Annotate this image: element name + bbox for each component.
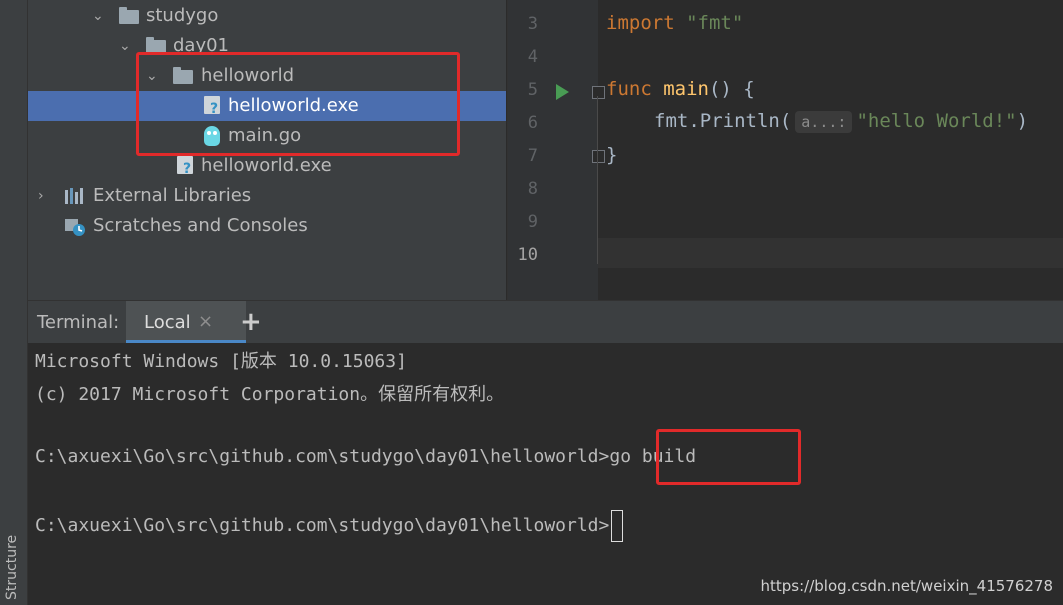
- left-tool-strip: Structure: [0, 0, 28, 605]
- close-icon[interactable]: ×: [198, 311, 213, 332]
- exe-file-icon: [177, 156, 193, 176]
- chevron-down-icon[interactable]: ⌄: [119, 31, 131, 61]
- tree-item-helloworld-folder[interactable]: ⌄ helloworld: [28, 61, 506, 91]
- tree-item-helloworld-exe[interactable]: helloworld.exe: [28, 151, 506, 181]
- terminal-title: Terminal:: [37, 312, 120, 333]
- chevron-right-icon[interactable]: ›: [38, 181, 44, 211]
- terminal-tab-local[interactable]: Local ×: [126, 301, 246, 343]
- terminal-header: Terminal: Local × +: [28, 300, 1063, 344]
- tree-item-label: helloworld.exe: [228, 95, 359, 116]
- terminal-prompt-line[interactable]: C:\axuexi\Go\src\github.com\studygo\day0…: [35, 510, 624, 542]
- tree-item-label: Scratches and Consoles: [93, 215, 308, 236]
- import-package: "fmt": [686, 12, 744, 34]
- terminal-prompt: C:\axuexi\Go\src\github.com\studygo\day0…: [35, 515, 610, 536]
- function-name: main: [663, 78, 709, 100]
- run-icon[interactable]: [556, 84, 569, 100]
- tree-item-main-go[interactable]: main.go: [28, 121, 506, 151]
- keyword-import: import: [606, 12, 675, 34]
- call-object: fmt.: [654, 110, 700, 132]
- terminal-cursor: [611, 510, 624, 542]
- tree-item-studygo[interactable]: ⌄ studygo: [28, 1, 506, 31]
- code-line-println: fmt.Println(a...: "hello World!"): [654, 110, 1028, 133]
- keyword-func: func: [606, 78, 652, 100]
- terminal-tab-label: Local: [144, 312, 191, 333]
- add-icon[interactable]: +: [240, 307, 262, 337]
- tree-item-label: helloworld: [201, 65, 295, 86]
- fold-icon[interactable]: [592, 86, 605, 99]
- line-number: 7: [527, 146, 538, 166]
- call-close: ): [1016, 110, 1029, 132]
- folder-icon: [119, 7, 139, 24]
- terminal-line: (c) 2017 Microsoft Corporation。保留所有权利。: [35, 384, 505, 405]
- line-number: 9: [527, 212, 538, 232]
- chevron-down-icon[interactable]: ⌄: [92, 1, 104, 31]
- call-argument: "hello World!": [856, 110, 1017, 132]
- tree-item-label: External Libraries: [93, 185, 252, 206]
- fold-icon[interactable]: [592, 150, 605, 163]
- code-line-import: import "fmt": [606, 12, 743, 34]
- line-number: 5: [527, 80, 538, 100]
- tree-item-label: helloworld.exe: [201, 155, 332, 176]
- function-signature: () {: [708, 78, 755, 100]
- tree-item-scratches[interactable]: Scratches and Consoles: [28, 211, 506, 241]
- tree-item-day01[interactable]: ⌄ day01: [28, 31, 506, 61]
- chevron-down-icon[interactable]: ⌄: [146, 61, 158, 91]
- line-number: 8: [527, 179, 538, 199]
- current-line-highlight: [598, 238, 1063, 268]
- code-editor[interactable]: 3 4 5 6 7 8 9 10 import "fmt" func main(…: [507, 0, 1063, 300]
- code-line-func: func main() {: [606, 78, 755, 100]
- folder-icon: [173, 67, 193, 84]
- code-line-close: }: [606, 144, 617, 166]
- terminal-line: Microsoft Windows [版本 10.0.15063]: [35, 351, 407, 372]
- line-number: 3: [527, 14, 538, 34]
- parameter-hint: a...:: [795, 111, 853, 133]
- closing-brace: }: [606, 144, 618, 166]
- go-file-icon: [204, 126, 220, 146]
- libraries-icon: [65, 188, 87, 204]
- line-number: 6: [527, 113, 538, 133]
- folder-icon: [146, 37, 166, 54]
- scratches-icon: [65, 217, 87, 237]
- tree-item-label: day01: [173, 35, 230, 56]
- indent-guide: [597, 96, 598, 264]
- terminal-line: C:\axuexi\Go\src\github.com\studygo\day0…: [35, 446, 697, 467]
- exe-file-icon: [204, 96, 220, 116]
- tree-item-label: main.go: [228, 125, 302, 146]
- tree-item-label: studygo: [146, 5, 219, 26]
- call-function: Println(: [699, 110, 792, 132]
- structure-tool-tab[interactable]: Structure: [4, 535, 20, 600]
- tree-item-external-libraries[interactable]: › External Libraries: [28, 181, 506, 211]
- line-number: 10: [517, 245, 538, 265]
- watermark: https://blog.csdn.net/weixin_41576278: [760, 577, 1053, 595]
- line-number: 4: [527, 47, 538, 67]
- project-tree-panel: ⌄ studygo ⌄ day01 ⌄ helloworld helloworl…: [28, 0, 506, 300]
- terminal-output[interactable]: Microsoft Windows [版本 10.0.15063] (c) 20…: [28, 343, 1063, 605]
- tree-item-helloworld-exe-selected[interactable]: helloworld.exe: [28, 91, 506, 121]
